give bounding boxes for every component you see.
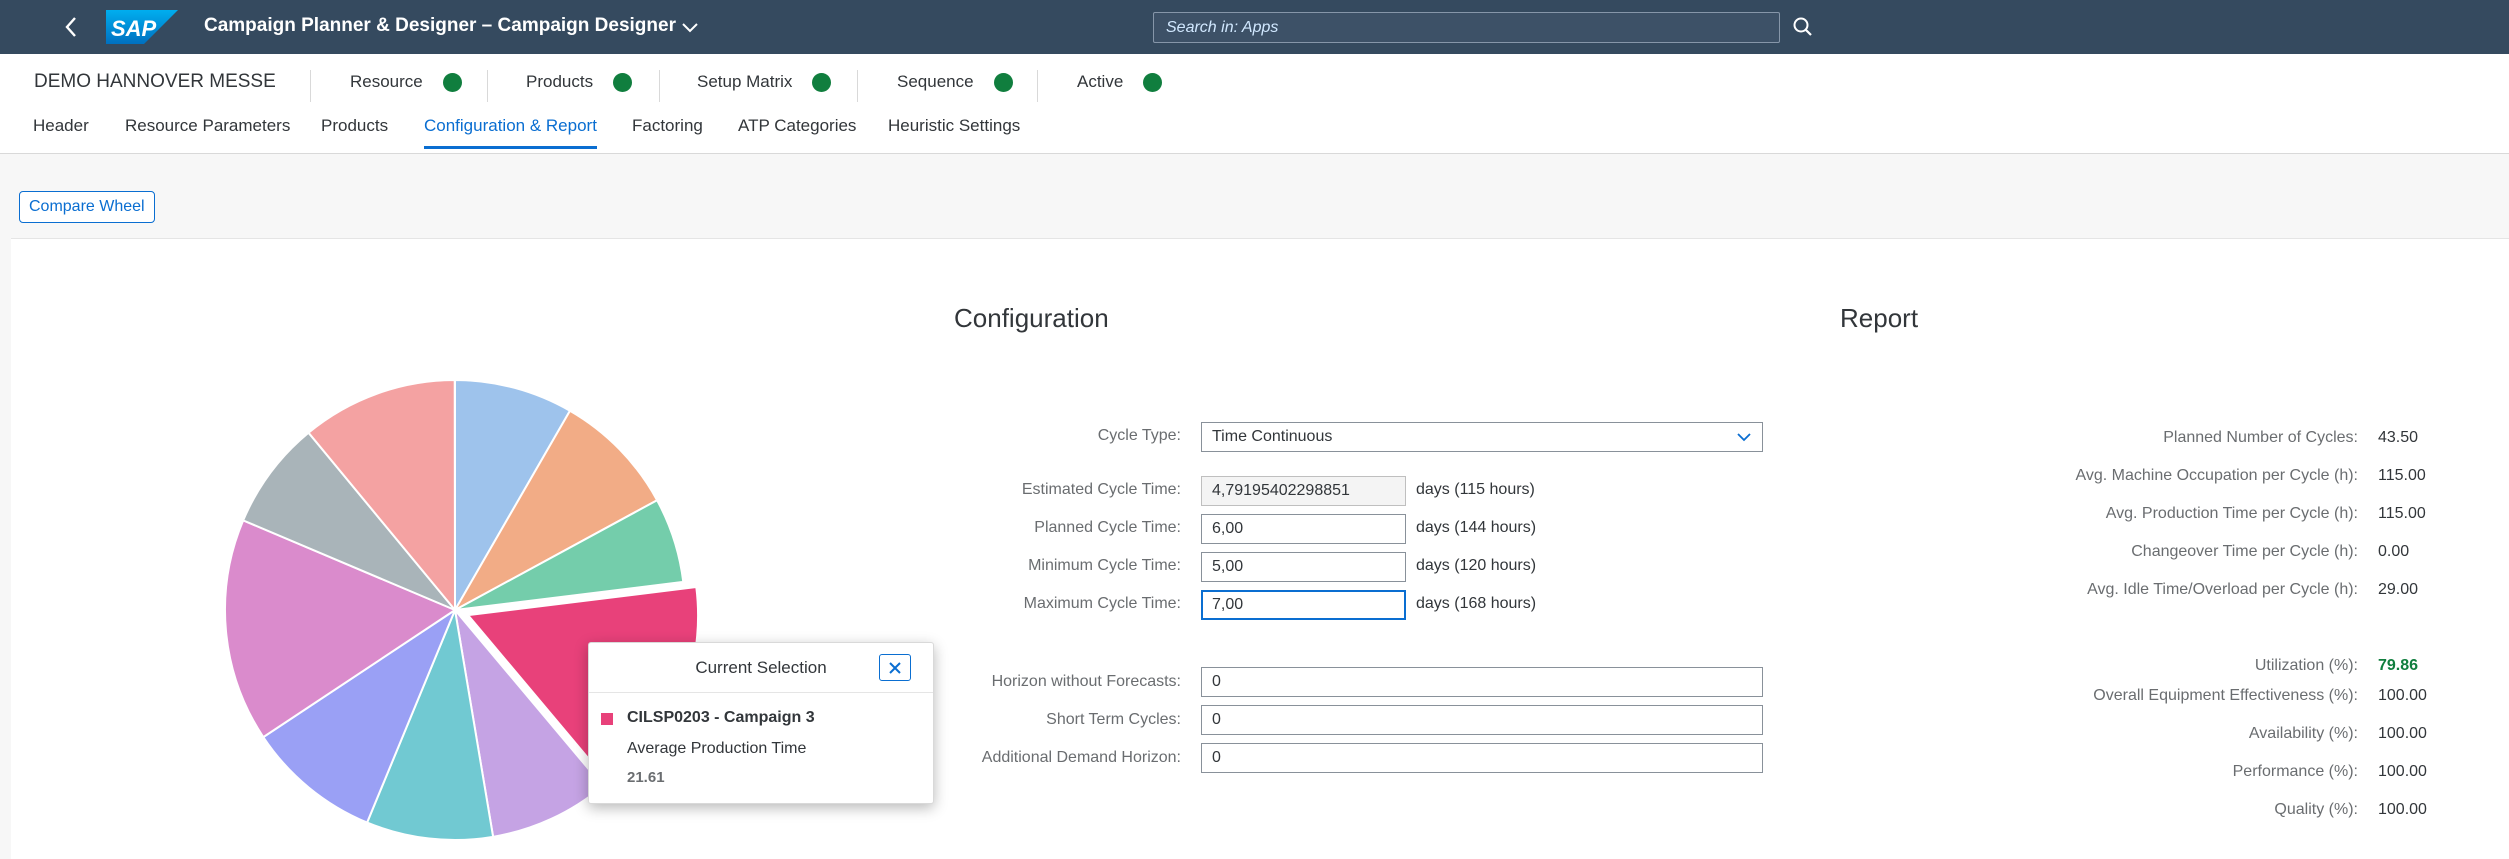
search-field[interactable] (1153, 12, 1780, 43)
selection-measure: Average Production Time (627, 740, 807, 757)
divider (310, 70, 311, 102)
svg-text:SAP: SAP (111, 16, 157, 41)
status-active: Active (1077, 72, 1163, 92)
estimated-cycle-time-field: 4,79195402298851 (1201, 476, 1406, 506)
chevron-down-icon[interactable] (1736, 430, 1752, 444)
cycle-type-value: Time Continuous (1212, 428, 1333, 445)
maximum-cycle-time-label: Maximum Cycle Time: (1023, 595, 1181, 612)
report-label: Availability (%): (2248, 725, 2358, 742)
short-term-cycles-field[interactable]: 0 (1201, 705, 1763, 735)
report-value: 100.00 (2378, 801, 2427, 818)
cycle-type-label: Cycle Type: (1097, 427, 1181, 444)
status-indicator-icon (993, 72, 1013, 92)
configuration-title: Configuration (954, 303, 1109, 333)
report-label: Performance (%): (2232, 763, 2358, 780)
divider (1037, 70, 1038, 102)
utilization-value: 79.86 (2378, 657, 2419, 674)
search-input[interactable] (1154, 13, 1779, 42)
estimated-cycle-time-label: Estimated Cycle Time: (1021, 481, 1181, 498)
compare-wheel-button[interactable]: Compare Wheel (19, 191, 155, 223)
maximum-cycle-time-field[interactable]: 7,00 (1201, 590, 1406, 620)
horizon-without-forecasts-label: Horizon without Forecasts: (991, 673, 1181, 690)
report-label: Changeover Time per Cycle (h): (2131, 543, 2358, 560)
status-label: Active (1077, 72, 1124, 91)
minimum-cycle-time-label: Minimum Cycle Time: (1028, 557, 1181, 574)
minimum-cycle-time-unit: days (120 hours) (1416, 557, 1537, 574)
report-title: Report (1840, 303, 1919, 333)
current-selection-popover: Current Selection CILSP0203 - Campaign 3… (588, 642, 934, 804)
tab-factoring[interactable]: Factoring (632, 116, 703, 146)
additional-demand-horizon-field[interactable]: 0 (1201, 743, 1763, 773)
close-icon (889, 661, 901, 674)
status-resource: Resource (350, 72, 462, 92)
horizon-without-forecasts-field[interactable]: 0 (1201, 667, 1763, 697)
planned-cycle-time-label: Planned Cycle Time: (1034, 519, 1181, 536)
chevron-down-icon[interactable] (680, 18, 700, 36)
tab-products[interactable]: Products (321, 116, 388, 146)
estimated-cycle-time-unit: days (115 hours) (1416, 481, 1535, 498)
divider (857, 70, 858, 102)
report-value: 100.00 (2378, 763, 2427, 780)
report-value: 100.00 (2378, 687, 2427, 704)
tab-atp-categories[interactable]: ATP Categories (738, 116, 856, 146)
divider (659, 70, 660, 102)
report-label: Avg. Production Time per Cycle (h): (2105, 505, 2358, 522)
legend-swatch (601, 713, 613, 725)
report-value: 0.00 (2378, 543, 2410, 560)
status-label: Resource (350, 72, 423, 91)
planned-cycle-time-field[interactable]: 6,00 (1201, 514, 1406, 544)
status-indicator-icon (442, 72, 462, 92)
report-value: 115.00 (2378, 505, 2426, 522)
search-icon[interactable] (1790, 14, 1816, 40)
planned-cycle-time-unit: days (144 hours) (1416, 519, 1537, 536)
tab-resource-parameters[interactable]: Resource Parameters (125, 116, 290, 146)
status-label: Sequence (897, 72, 974, 91)
divider (487, 70, 488, 102)
report-value: 100.00 (2378, 725, 2427, 742)
report-label: Avg. Machine Occupation per Cycle (h): (2075, 467, 2359, 484)
report-label: Planned Number of Cycles: (2163, 429, 2358, 446)
tab-heuristic-settings[interactable]: Heuristic Settings (888, 116, 1020, 146)
report-label: Avg. Idle Time/Overload per Cycle (h): (2087, 581, 2358, 598)
short-term-cycles-label: Short Term Cycles: (1046, 711, 1181, 728)
app-title[interactable]: Campaign Planner & Designer – Campaign D… (204, 15, 676, 37)
report-value: 43.50 (2378, 429, 2419, 446)
status-label: Setup Matrix (697, 72, 793, 91)
status-indicator-icon (613, 72, 633, 92)
report-value: 29.00 (2378, 581, 2419, 598)
status-products: Products (526, 72, 633, 92)
sap-logo[interactable]: SAP (106, 10, 178, 44)
status-setup-matrix: Setup Matrix (697, 72, 832, 92)
status-indicator-icon (812, 72, 832, 92)
cycle-type-select[interactable]: Time Continuous (1201, 422, 1763, 452)
maximum-cycle-time-unit: days (168 hours) (1416, 595, 1537, 612)
report-label: Overall Equipment Effectiveness (%): (2093, 687, 2358, 704)
minimum-cycle-time-field[interactable]: 5,00 (1201, 552, 1406, 582)
popover-close-button[interactable] (879, 654, 911, 681)
status-label: Products (526, 72, 594, 91)
report-label: Quality (%): (2274, 801, 2358, 818)
object-title: DEMO HANNOVER MESSE (34, 71, 276, 92)
selection-value: 21.61 (627, 769, 665, 786)
tab-configuration-report[interactable]: Configuration & Report (424, 116, 597, 149)
additional-demand-horizon-label: Additional Demand Horizon: (981, 749, 1181, 766)
object-header: DEMO HANNOVER MESSE Resource Products Se… (0, 54, 2509, 154)
report-label: Utilization (%): (2254, 657, 2358, 674)
selection-name: CILSP0203 - Campaign 3 (627, 709, 815, 726)
report-value: 115.00 (2378, 467, 2426, 484)
chevron-left-icon (65, 17, 76, 37)
status-indicator-icon (1143, 72, 1163, 92)
back-button[interactable] (58, 12, 84, 42)
shell-bar: SAP Campaign Planner & Designer – Campai… (0, 0, 2509, 54)
status-sequence: Sequence (897, 72, 1013, 92)
tab-header[interactable]: Header (33, 116, 89, 146)
